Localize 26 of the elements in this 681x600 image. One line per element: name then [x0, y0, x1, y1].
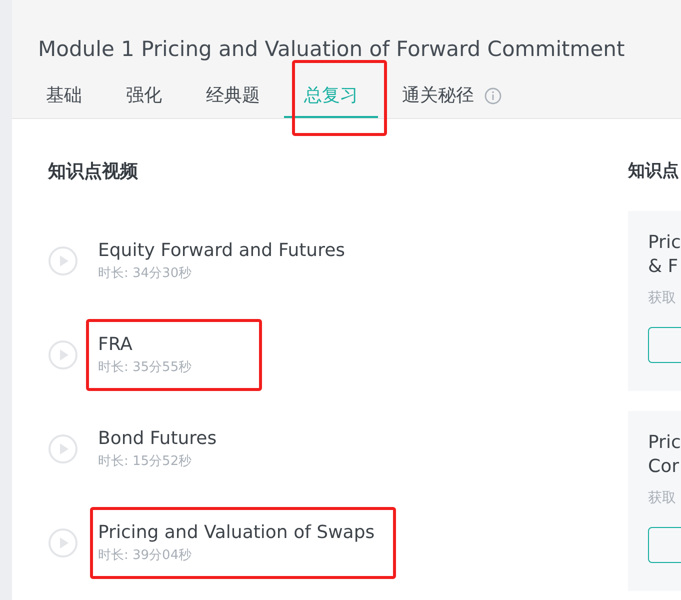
video-duration: 时长: 39分04秒	[98, 547, 193, 565]
video-title[interactable]: FRA	[98, 332, 192, 358]
play-icon[interactable]	[48, 434, 78, 464]
card-title: Cor	[648, 455, 680, 479]
tab[interactable]: 经典题	[186, 78, 280, 118]
video-duration: 时长: 35分55秒	[98, 359, 192, 377]
section-heading: 知识点视频	[48, 160, 139, 183]
card-title: Pric	[648, 231, 681, 255]
module-title: Module 1 Pricing and Valuation of Forward Commitment	[38, 36, 626, 63]
tab[interactable]: 基础	[26, 78, 102, 118]
video-duration: 时长: 34分30秒	[98, 265, 193, 283]
video-duration: 时长: 15分52秒	[98, 453, 193, 471]
tab[interactable]: 通关秘径	[382, 78, 494, 118]
play-icon[interactable]	[48, 246, 78, 276]
card-note: 获取	[648, 289, 677, 307]
tab[interactable]: 强化	[106, 78, 182, 118]
card-title: Pric	[648, 431, 681, 455]
video-title[interactable]: Equity Forward and Futures	[98, 238, 346, 264]
card-title: & F	[648, 255, 680, 279]
card-note: 获取	[648, 489, 677, 507]
play-icon[interactable]	[48, 340, 78, 370]
info-icon[interactable]	[484, 87, 502, 105]
video-title[interactable]: Pricing and Valuation of Swaps	[98, 520, 375, 546]
video-title[interactable]: Bond Futures	[98, 426, 217, 452]
play-icon[interactable]	[48, 528, 78, 558]
section-heading: 知识点	[628, 160, 680, 183]
